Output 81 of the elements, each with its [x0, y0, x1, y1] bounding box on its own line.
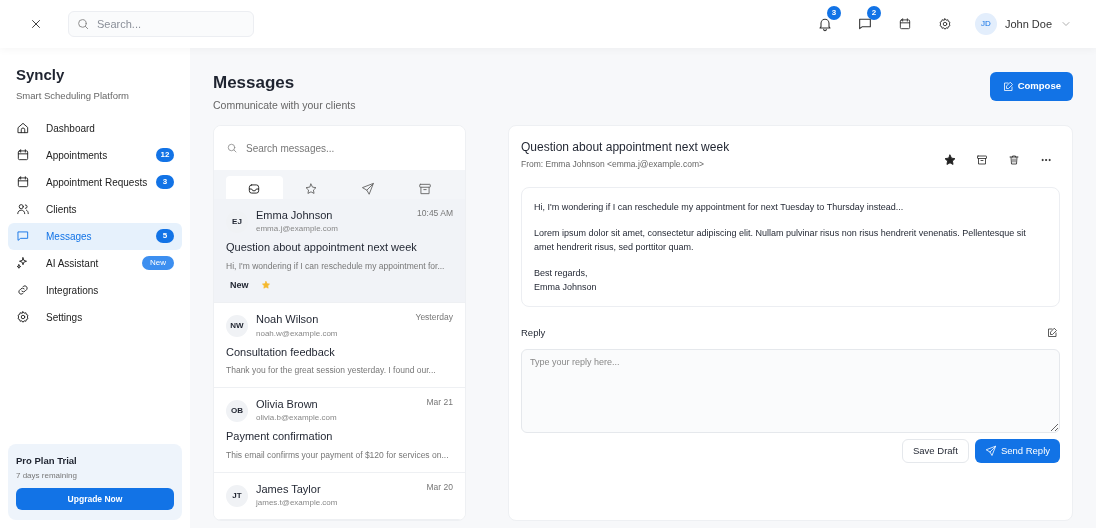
sender-email: emma.j@example.com — [256, 223, 338, 236]
nav-item[interactable]: AI Assistant New — [8, 249, 182, 277]
archive-icon — [417, 182, 432, 197]
count-badge: 3 — [156, 175, 174, 190]
message-item[interactable]: EJ Emma Johnson emma.j@example.com 10:45 AM Question about appointment next week Hi, I'm wondering if I can reschedule my appointment for... New — [214, 198, 465, 303]
upgrade-button[interactable]: Upgrade Now — [16, 488, 174, 510]
message-paragraph: Best regards, Emma Johnson — [534, 267, 598, 294]
sender-email: james.t@example.com — [256, 497, 338, 509]
brand-tagline: Smart Scheduling Platform — [15, 88, 130, 103]
count-badge: 12 — [156, 148, 174, 163]
new-tag: New — [230, 278, 249, 292]
star-icon — [943, 153, 957, 168]
sender-email: noah.w@example.com — [256, 327, 338, 340]
promo-title: Pro Plan Trial — [16, 453, 78, 468]
close-icon — [29, 17, 43, 31]
message-subject: Question about appointment next week — [226, 240, 418, 256]
page-subtitle: Communicate with your clients — [213, 97, 356, 113]
nav-item[interactable]: Dashboard — [8, 114, 182, 142]
reply-field[interactable]: Type your reply here... — [521, 349, 1060, 433]
message-sender: From: Emma Johnson <emma.j@example.com> — [521, 158, 705, 171]
paper-plane-icon — [360, 182, 375, 197]
message-time: Mar 20 — [426, 480, 453, 494]
calendar-icon — [16, 148, 30, 163]
nav-item[interactable]: Appointment Requests 3 — [8, 168, 182, 196]
sender-avatar: OB — [226, 399, 248, 422]
sender-avatar: NW — [226, 315, 248, 337]
settings-icon — [937, 17, 952, 31]
sparkle-icon — [16, 256, 30, 271]
sender-name: Noah Wilson — [256, 312, 320, 327]
nav-item[interactable]: Messages 5 — [8, 222, 182, 250]
nav-item[interactable]: Appointments 12 — [8, 141, 182, 169]
edit-icon — [1001, 80, 1014, 93]
sender-name: James Taylor — [256, 481, 322, 497]
nav-item[interactable]: Clients — [8, 195, 182, 223]
archive-icon — [976, 154, 988, 167]
settings-icon — [16, 310, 30, 325]
message-time: Mar 21 — [426, 395, 453, 409]
paper-plane-icon — [984, 445, 997, 457]
inbox-icon — [247, 182, 262, 197]
star-icon — [304, 182, 319, 197]
reply-label: Reply — [521, 325, 546, 340]
message-preview: Hi, I'm wondering if I can reschedule my appointment for... — [226, 259, 446, 273]
sender-email: olivia.b@example.com — [256, 412, 337, 425]
user-menu[interactable]: JD John Doe — [974, 13, 1072, 35]
chat-bubble-icon — [16, 229, 30, 244]
save-draft-button[interactable]: Save Draft — [902, 439, 969, 463]
message-time: Yesterday — [415, 311, 453, 324]
count-badge: New — [142, 256, 174, 271]
count-badge: 2 — [866, 6, 881, 20]
home-icon — [16, 121, 30, 136]
trash-icon — [1008, 154, 1020, 167]
message-subject: Consultation feedback — [226, 344, 336, 360]
users-icon — [16, 202, 30, 217]
nav-item[interactable]: Integrations — [8, 276, 182, 304]
message-paragraph: Hi, I'm wondering if I can reschedule my appointment for next Tuesday to Thursday instead... — [534, 201, 905, 214]
chat-bubble-icon — [856, 16, 873, 32]
calendar-icon — [16, 175, 30, 190]
message-subject: Payment confirmation — [226, 429, 334, 445]
message-time: 10:45 AM — [417, 206, 453, 220]
search-field[interactable]: Search... — [68, 11, 254, 37]
sender-name: Olivia Brown — [256, 396, 319, 412]
message-preview: Thank you for the great session yesterday. I found our... — [226, 364, 437, 377]
count-badge: 3 — [826, 6, 841, 20]
nav-item[interactable]: Settings — [8, 303, 182, 331]
link-icon — [16, 283, 30, 298]
brand-name: Syncly — [15, 65, 66, 85]
calendar-icon — [897, 17, 912, 31]
user-name: John Doe — [1004, 16, 1052, 32]
count-badge: 5 — [156, 229, 174, 244]
message-preview: This email confirms your payment of $120 for services on... — [226, 448, 450, 462]
sender-avatar: JT — [226, 484, 248, 507]
sender-name: Emma Johnson — [256, 207, 334, 223]
page-title: Messages — [213, 72, 296, 94]
message-title: Question about appointment next week — [521, 139, 730, 157]
compose-button[interactable]: Compose — [989, 72, 1073, 101]
send-reply-button[interactable]: Send Reply — [974, 439, 1060, 463]
message-paragraph: Lorem ipsum dolor sit amet, consectetur adipiscing elit. Nullam pulvinar risus non risus hendrerit venenatis. Pellentesque sit amet hendrerit risus, sed porttitor quam. — [534, 227, 1027, 254]
user-avatar: JD — [974, 13, 997, 35]
folder-tab[interactable] — [226, 176, 283, 199]
edit-icon — [1046, 327, 1058, 339]
promo-subtitle: 7 days remaining — [16, 470, 78, 482]
